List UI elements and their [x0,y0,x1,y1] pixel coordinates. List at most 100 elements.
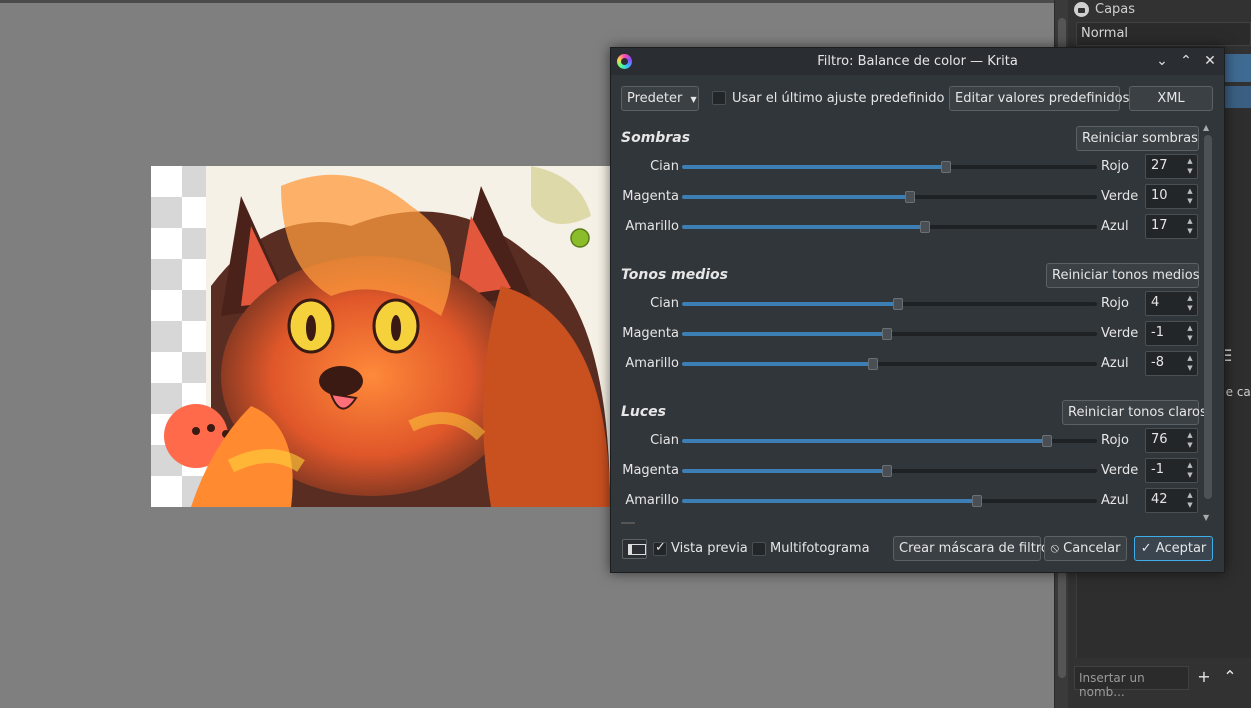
layers-docker-header: Capas [1074,0,1135,18]
slider-right-label: Rojo [1101,296,1129,311]
create-filter-mask-button[interactable]: Crear máscara de filtro [893,536,1049,561]
accept-button[interactable]: ✓ Aceptar [1134,536,1213,561]
use-last-preset-label[interactable]: Usar el último ajuste predefinido [732,91,944,106]
layer-name-input[interactable]: Insertar un nomb... [1074,666,1189,699]
scroll-down-icon[interactable]: ▼ [1203,513,1209,522]
split-preview-toggle-icon[interactable] [622,539,647,559]
spin-arrows-icon[interactable]: ▲ ▼ [1185,460,1195,480]
use-last-preset-checkbox[interactable] [712,91,726,105]
color-slider-row: Cian Rojo 4 ▲ ▼ [611,291,1201,316]
slider-left-label: Cian [650,159,679,174]
color-slider[interactable] [682,435,1097,447]
canvas-artwork[interactable] [151,166,610,507]
color-slider-row: Amarillo Azul 42 ▲ ▼ [611,488,1201,513]
spin-arrows-icon[interactable]: ▲ ▼ [1185,216,1195,236]
value-spinbox[interactable]: 42 ▲ ▼ [1145,488,1198,513]
settings-scrollbar-thumb[interactable] [1204,135,1212,499]
color-slider-row: Cian Rojo 76 ▲ ▼ [611,428,1201,453]
spin-arrows-icon[interactable]: ▲ ▼ [1185,430,1195,450]
value-spinbox[interactable]: -8 ▲ ▼ [1145,351,1198,376]
slider-handle[interactable] [892,298,903,310]
spinbox-value[interactable]: 17 [1151,218,1168,233]
spin-arrows-icon[interactable]: ▲ ▼ [1185,353,1195,373]
spinbox-value[interactable]: 4 [1151,295,1159,310]
slider-right-label: Azul [1101,219,1129,234]
slider-handle[interactable] [905,191,916,203]
value-spinbox[interactable]: 27 ▲ ▼ [1145,154,1198,179]
spinbox-value[interactable]: -1 [1151,325,1164,340]
slider-fill [682,225,925,229]
color-slider[interactable] [682,358,1097,370]
close-icon[interactable]: ✕ [1200,51,1220,71]
slider-left-label: Amarillo [625,493,679,508]
blend-mode-select[interactable]: Normal [1076,22,1251,46]
value-spinbox[interactable]: 10 ▲ ▼ [1145,184,1198,209]
value-spinbox[interactable]: 76 ▲ ▼ [1145,428,1198,453]
lock-icon[interactable] [1074,1,1089,17]
slider-handle[interactable] [867,358,878,370]
slider-right-label: Rojo [1101,159,1129,174]
xml-button[interactable]: XML [1129,86,1213,111]
color-slider[interactable] [682,161,1097,173]
slider-fill [682,332,888,336]
preview-checkbox[interactable] [653,540,667,556]
slider-fill [682,499,977,503]
spinbox-value[interactable]: 42 [1151,492,1168,507]
slider-left-label: Cian [650,296,679,311]
slider-fill [682,469,888,473]
slider-handle[interactable] [971,495,982,507]
spin-arrows-icon[interactable]: ▲ ▼ [1185,156,1195,176]
color-slider[interactable] [682,328,1097,340]
spinbox-value[interactable]: 76 [1151,432,1168,447]
section-title: Sombras [621,130,690,146]
layers-docker-title: Capas [1095,1,1136,17]
preview-label[interactable]: Vista previa [671,541,748,556]
slider-handle[interactable] [919,221,930,233]
color-balance-dialog: Filtro: Balance de color — Krita ⌄ ⌃ ✕ P… [610,47,1225,573]
spin-arrows-icon[interactable]: ▲ ▼ [1185,323,1195,343]
reset-section-button[interactable]: Reiniciar tonos medios [1046,263,1200,288]
spinbox-value[interactable]: -8 [1151,355,1164,370]
color-slider[interactable] [682,191,1097,203]
edit-presets-button[interactable]: Editar valores predefinidos [949,86,1129,111]
color-slider[interactable] [682,298,1097,310]
settings-scrollbar[interactable]: ▲ ▼ [1201,123,1215,523]
slider-handle[interactable] [882,328,893,340]
cancel-label: Cancelar [1063,541,1121,556]
minimize-chevron-icon[interactable]: ⌄ [1152,51,1172,71]
slider-fill [682,439,1048,443]
spin-arrows-icon[interactable]: ▲ ▼ [1185,293,1195,313]
color-slider[interactable] [682,495,1097,507]
spinbox-value[interactable]: -1 [1151,462,1164,477]
value-spinbox[interactable]: 17 ▲ ▼ [1145,214,1198,239]
slider-handle[interactable] [882,465,893,477]
slider-fill [682,195,911,199]
reset-section-button[interactable]: Reiniciar sombras [1076,126,1199,151]
reset-section-button[interactable]: Reiniciar tonos claros [1062,400,1207,425]
move-layer-up-icon[interactable]: ⌃ [1220,666,1240,688]
slider-handle[interactable] [1042,435,1053,447]
maximize-chevron-icon[interactable]: ⌃ [1176,51,1196,71]
spinbox-value[interactable]: 27 [1151,158,1168,173]
fox-illustration [164,166,610,507]
cancel-button[interactable]: ⦸ Cancelar [1044,536,1127,561]
spin-arrows-icon[interactable]: ▲ ▼ [1185,186,1195,206]
multiframe-label[interactable]: Multifotograma [770,541,870,556]
multiframe-checkbox[interactable] [752,542,766,556]
preset-dropdown[interactable]: Predeter ▼ [621,86,699,111]
scroll-up-icon[interactable]: ▲ [1203,123,1209,132]
color-slider[interactable] [682,465,1097,477]
value-spinbox[interactable]: 4 ▲ ▼ [1145,291,1198,316]
color-slider[interactable] [682,221,1097,233]
spin-arrows-icon[interactable]: ▲ ▼ [1185,490,1195,510]
slider-right-label: Verde [1101,189,1139,204]
slider-left-label: Magenta [622,463,679,478]
add-layer-icon[interactable]: + [1194,666,1214,688]
value-spinbox[interactable]: -1 ▲ ▼ [1145,458,1198,483]
slider-handle[interactable] [940,161,951,173]
slider-right-label: Azul [1101,493,1129,508]
dialog-titlebar[interactable]: Filtro: Balance de color — Krita ⌄ ⌃ ✕ [611,48,1224,75]
accept-label: Aceptar [1155,541,1207,556]
spinbox-value[interactable]: 10 [1151,188,1168,203]
value-spinbox[interactable]: -1 ▲ ▼ [1145,321,1198,346]
